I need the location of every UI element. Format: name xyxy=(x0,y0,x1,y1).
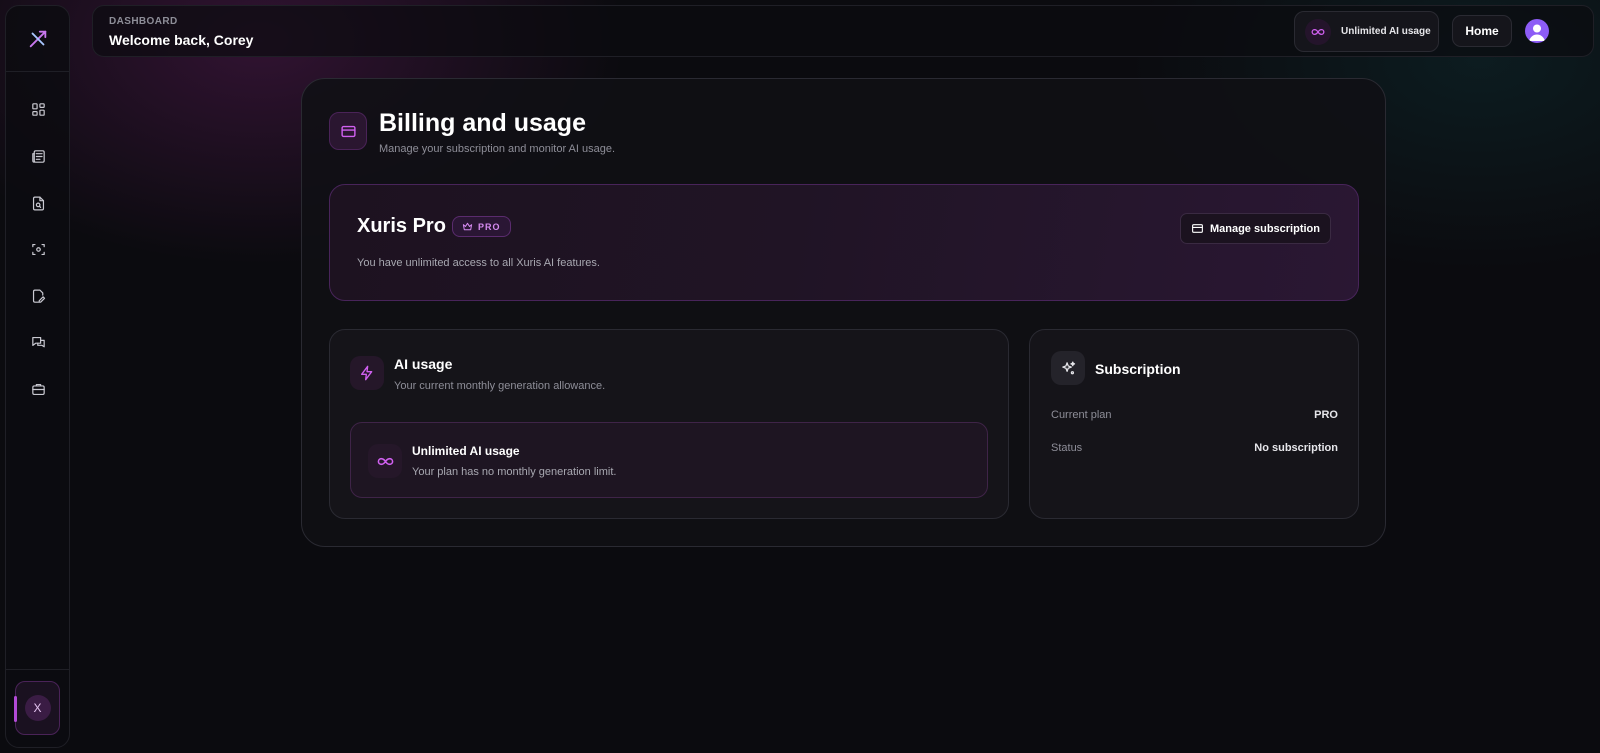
subscription-card: Subscription Current plan PRO Status No … xyxy=(1029,329,1359,519)
workspace-avatar: X xyxy=(24,695,51,721)
manage-subscription-button[interactable]: Manage subscription xyxy=(1179,213,1331,244)
infinity-icon-wrap xyxy=(1305,18,1331,45)
sparkles-icon-wrap xyxy=(1051,351,1085,385)
plan-description: You have unlimited access to all Xuris A… xyxy=(357,257,600,269)
subscription-row-current-plan: Current plan PRO xyxy=(1051,407,1338,423)
current-plan-label: Current plan xyxy=(1051,409,1112,421)
subscription-row-status: Status No subscription xyxy=(1051,440,1338,456)
page-subtitle: Manage your subscription and monitor AI … xyxy=(379,143,616,155)
status-label: Status xyxy=(1051,442,1083,454)
sidebar: X xyxy=(5,5,70,748)
infinity-icon xyxy=(377,457,393,465)
manage-subscription-label: Manage subscription xyxy=(1209,222,1320,235)
ai-usage-subtitle: Your current monthly generation allowanc… xyxy=(394,380,606,392)
credit-card-icon xyxy=(1192,224,1203,233)
chat-icon xyxy=(31,336,45,347)
home-button[interactable]: Home xyxy=(1452,15,1512,47)
credit-card-icon xyxy=(340,125,356,137)
lightning-icon xyxy=(361,365,373,381)
billing-panel: Billing and usage Manage your subscripti… xyxy=(301,78,1386,547)
infinity-icon xyxy=(1311,28,1325,35)
subscription-title: Subscription xyxy=(1095,361,1181,377)
user-icon xyxy=(1529,24,1545,41)
unlimited-usage-title: Unlimited AI usage xyxy=(412,444,520,458)
infinity-icon-wrap xyxy=(368,444,402,478)
briefcase-icon xyxy=(31,383,45,395)
welcome-message: Welcome back, Corey xyxy=(109,32,254,48)
app-logo[interactable] xyxy=(6,6,69,72)
unlimited-usage-box: Unlimited AI usage Your plan has no mont… xyxy=(350,422,988,498)
page-title: Billing and usage xyxy=(379,109,586,137)
current-plan-card: Xuris Pro PRO You have unlimited access … xyxy=(329,184,1359,301)
pro-badge: PRO xyxy=(452,216,511,237)
newspaper-icon xyxy=(31,149,45,163)
sidebar-item-edit[interactable] xyxy=(22,280,54,312)
crown-icon xyxy=(462,222,473,231)
current-plan-value: PRO xyxy=(1314,409,1338,421)
file-search-icon xyxy=(32,196,44,210)
pro-badge-label: PRO xyxy=(478,221,501,232)
sparkles-icon xyxy=(1061,360,1075,374)
ai-usage-title: AI usage xyxy=(394,356,453,372)
scan-icon xyxy=(31,243,45,255)
grid-icon xyxy=(31,102,45,116)
status-value: No subscription xyxy=(1254,442,1338,454)
sidebar-item-scan[interactable] xyxy=(22,233,54,265)
unlimited-usage-subtitle: Your plan has no monthly generation limi… xyxy=(412,466,617,478)
ai-usage-pill-label: Unlimited AI usage xyxy=(1341,26,1431,37)
lightning-icon-wrap xyxy=(350,356,384,390)
header-kicker: DASHBOARD xyxy=(109,16,178,27)
sidebar-item-jobs[interactable] xyxy=(22,373,54,405)
user-avatar[interactable] xyxy=(1525,19,1549,43)
file-edit-icon xyxy=(32,289,45,303)
top-header: DASHBOARD Welcome back, Corey Unlimited … xyxy=(92,5,1594,57)
ai-usage-card: AI usage Your current monthly generation… xyxy=(329,329,1009,519)
xuris-logo-icon xyxy=(29,30,46,47)
sidebar-item-search-docs[interactable] xyxy=(22,187,54,219)
plan-name: Xuris Pro xyxy=(357,215,446,237)
workspace-switcher[interactable]: X xyxy=(14,681,60,735)
credit-card-icon-wrap xyxy=(329,112,367,150)
sidebar-item-documents[interactable] xyxy=(22,140,54,172)
sidebar-item-dashboard[interactable] xyxy=(22,93,54,125)
ai-usage-pill[interactable]: Unlimited AI usage xyxy=(1294,11,1439,52)
sidebar-footer: X xyxy=(6,669,69,747)
sidebar-item-chat[interactable] xyxy=(22,326,54,358)
